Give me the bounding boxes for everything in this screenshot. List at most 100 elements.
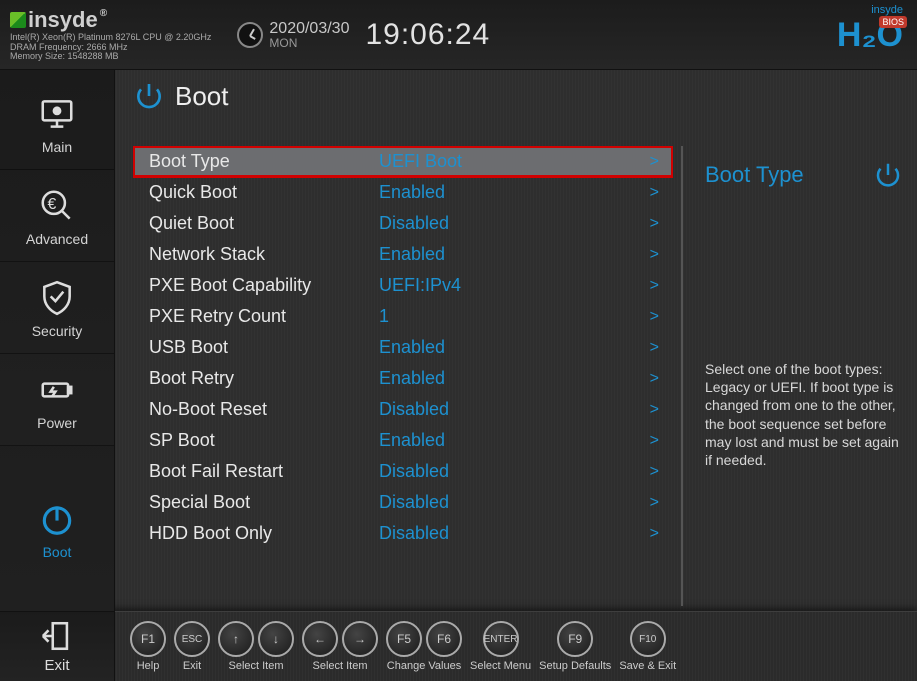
setting-row[interactable]: PXE Boot CapabilityUEFI:IPv4> — [133, 270, 673, 301]
setting-row[interactable]: Boot RetryEnabled> — [133, 363, 673, 394]
power-icon — [36, 498, 78, 540]
chevron-right-icon: > — [650, 370, 659, 388]
setting-label: Special Boot — [149, 492, 379, 513]
setting-value: Enabled — [379, 368, 650, 389]
key-label: Setup Defaults — [539, 660, 611, 672]
battery-icon — [36, 369, 78, 411]
chevron-right-icon: > — [650, 432, 659, 450]
setting-value: UEFI:IPv4 — [379, 275, 650, 296]
clock-icon — [237, 22, 263, 48]
footer-key-group[interactable]: F9 Setup Defaults — [539, 621, 611, 672]
key-cap: ESC — [174, 621, 210, 657]
setting-value: Disabled — [379, 213, 650, 234]
setting-row[interactable]: No-Boot ResetDisabled> — [133, 394, 673, 425]
nav-item-exit[interactable]: Exit — [0, 611, 115, 681]
shield-icon — [36, 277, 78, 319]
key-label: Select Item — [312, 660, 367, 672]
chevron-right-icon: > — [650, 525, 659, 543]
brand-name: insyde — [28, 7, 98, 33]
chevron-right-icon: > — [650, 401, 659, 419]
key-cap: ↑ — [218, 621, 254, 657]
footer-key-group[interactable]: ENTERSelect Menu — [470, 621, 531, 672]
settings-list[interactable]: Boot TypeUEFI Boot>Quick BootEnabled>Qui… — [133, 146, 673, 606]
header-bar: insyde ® Intel(R) Xeon(R) Platinum 8276L… — [0, 0, 917, 70]
footer-key-group[interactable]: F5F6 Change Values — [386, 621, 462, 672]
setting-row[interactable]: SP BootEnabled> — [133, 425, 673, 456]
key-label: Exit — [183, 660, 201, 672]
chevron-right-icon: > — [650, 246, 659, 264]
key-cap: F5 — [386, 621, 422, 657]
help-panel: Boot Type Select one of the boot types: … — [681, 146, 917, 606]
power-icon[interactable] — [873, 160, 903, 190]
setting-value: Disabled — [379, 399, 650, 420]
setting-value: Enabled — [379, 182, 650, 203]
setting-value: 1 — [379, 306, 650, 327]
nav-label: Power — [37, 415, 77, 431]
setting-label: Boot Fail Restart — [149, 461, 379, 482]
key-label: Save & Exit — [619, 660, 676, 672]
clock-block: 2020/03/30 MON 19:06:24 — [237, 18, 490, 52]
setting-label: Network Stack — [149, 244, 379, 265]
chevron-right-icon: > — [650, 215, 659, 233]
key-cap: F10 — [630, 621, 666, 657]
footer-key-group[interactable]: ←→Select Item — [302, 621, 378, 672]
page-title: Boot — [175, 81, 229, 112]
key-cap: ENTER — [483, 621, 519, 657]
mem-line: Memory Size: 1548288 MB — [10, 52, 211, 62]
svg-text:€: € — [48, 196, 57, 213]
h2o-small: insyde — [871, 4, 903, 16]
footer-key-group[interactable]: ESC Exit — [174, 621, 210, 672]
date: 2020/03/30 — [269, 21, 349, 37]
nav-label: Boot — [43, 544, 72, 560]
key-cap: F1 — [130, 621, 166, 657]
setting-row[interactable]: Boot Fail RestartDisabled> — [133, 456, 673, 487]
footer-key-group[interactable]: F1 Help — [130, 621, 166, 672]
setting-value: Enabled — [379, 337, 650, 358]
key-label: Change Values — [387, 660, 461, 672]
setting-value: UEFI Boot — [379, 151, 650, 172]
nav-item-power[interactable]: Power — [0, 354, 114, 446]
setting-row[interactable]: PXE Retry Count1> — [133, 301, 673, 332]
setting-label: Quiet Boot — [149, 213, 379, 234]
h2o-bios-badge: BIOS — [879, 16, 907, 28]
nav-item-boot[interactable]: Boot — [0, 446, 114, 611]
footer-key-group[interactable]: ↑↓Select Item — [218, 621, 294, 672]
nav-item-security[interactable]: Security — [0, 262, 114, 354]
setting-value: Disabled — [379, 461, 650, 482]
setting-value: Enabled — [379, 430, 650, 451]
setting-row[interactable]: Quick BootEnabled> — [133, 177, 673, 208]
setting-value: Enabled — [379, 244, 650, 265]
power-icon — [133, 80, 165, 112]
page-header: Boot — [133, 80, 229, 112]
key-cap: F6 — [426, 621, 462, 657]
help-description: Select one of the boot types: Legacy or … — [705, 360, 903, 469]
clock-time: 19:06:24 — [365, 18, 490, 52]
setting-label: PXE Retry Count — [149, 306, 379, 327]
day-of-week: MON — [269, 37, 349, 49]
setting-label: No-Boot Reset — [149, 399, 379, 420]
nav-item-main[interactable]: Main — [0, 78, 114, 170]
setting-row[interactable]: Boot TypeUEFI Boot> — [133, 146, 673, 177]
chevron-right-icon: > — [650, 339, 659, 357]
setting-row[interactable]: Special BootDisabled> — [133, 487, 673, 518]
key-cap: F9 — [557, 621, 593, 657]
setting-label: Boot Type — [149, 151, 379, 172]
setting-row[interactable]: USB BootEnabled> — [133, 332, 673, 363]
nav-label: Main — [42, 139, 72, 155]
sysinfo: Intel(R) Xeon(R) Platinum 8276L CPU @ 2.… — [10, 33, 211, 63]
nav-item-advanced[interactable]: € Advanced — [0, 170, 114, 262]
registered-icon: ® — [100, 8, 107, 19]
key-cap: ← — [302, 621, 338, 657]
chevron-right-icon: > — [650, 184, 659, 202]
chevron-right-icon: > — [650, 463, 659, 481]
setting-row[interactable]: Quiet BootDisabled> — [133, 208, 673, 239]
key-cap: ↓ — [258, 621, 294, 657]
setting-row[interactable]: HDD Boot OnlyDisabled> — [133, 518, 673, 549]
chevron-right-icon: > — [650, 277, 659, 295]
footer-key-group[interactable]: F10 Save & Exit — [619, 621, 676, 672]
nav-label: Exit — [44, 657, 69, 674]
setting-label: Quick Boot — [149, 182, 379, 203]
key-label: Help — [137, 660, 160, 672]
setting-row[interactable]: Network StackEnabled> — [133, 239, 673, 270]
nav-label: Security — [32, 323, 83, 339]
